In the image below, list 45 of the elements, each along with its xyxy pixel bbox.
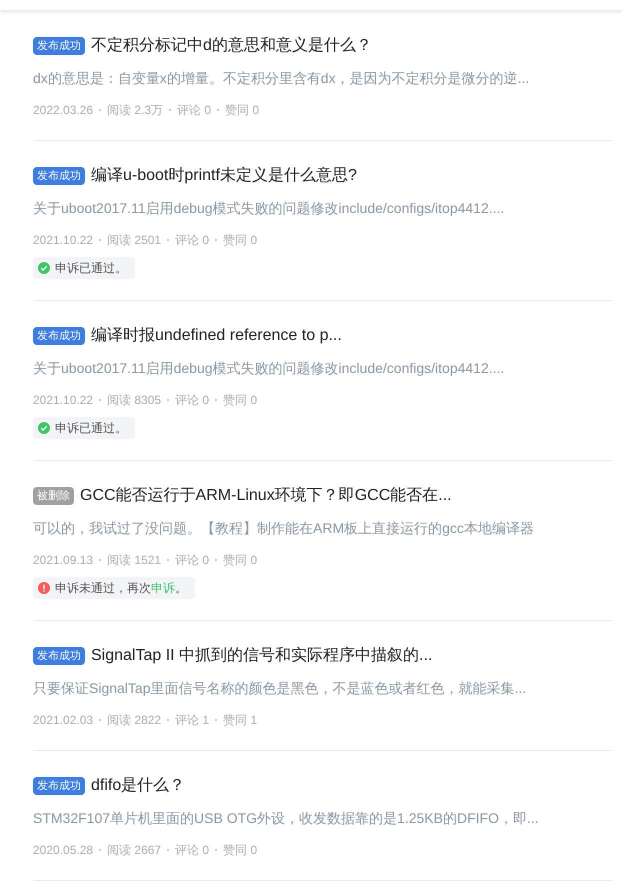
question-title[interactable]: dfifo是什么？: [91, 775, 186, 797]
question-title[interactable]: 编译u-boot时printf未定义是什么意思?: [91, 165, 357, 187]
stat-text: 阅读 2667: [107, 842, 162, 858]
appeal-text: 申诉未通过，再次申诉。: [55, 580, 187, 596]
status-badge: 发布成功: [33, 167, 85, 185]
question-title[interactable]: GCC能否运行于ARM-Linux环境下？即GCC能否在...: [80, 485, 452, 507]
answer-excerpt: 可以的，我试过了没问题。【教程】制作能在ARM板上直接运行的gcc本地编译器: [33, 519, 535, 538]
stat-text: 赞同 0: [223, 552, 258, 568]
stat-text: 阅读 2822: [107, 712, 162, 728]
status-badge: 发布成功: [33, 327, 85, 345]
date-text: 2021.10.22: [33, 393, 94, 407]
stat-text: 评论 0: [177, 102, 212, 118]
stat-text: 评论 0: [175, 232, 210, 248]
stat-text: 赞同 0: [223, 842, 258, 858]
date-text: 2021.09.13: [33, 553, 94, 567]
appeal-text: 申诉已通过。: [55, 420, 127, 436]
stat-text: 评论 0: [175, 842, 210, 858]
stat-text: 赞同 0: [225, 102, 260, 118]
status-badge: 发布成功: [33, 647, 85, 665]
date-text: 2021.02.03: [33, 713, 94, 727]
answer-excerpt: 关于uboot2017.11启用debug模式失败的问题修改include/configs/itop4412....: [33, 359, 506, 378]
answer-excerpt: STM32F107单片机里面的USB OTG外设，收发数据靠的是1.25KB的DFIFO，即...: [33, 809, 540, 828]
appeal-text: 申诉已通过。: [55, 260, 127, 276]
stat-text: 阅读 8305: [107, 392, 162, 408]
stat-text: 阅读 2.3万: [107, 102, 164, 118]
status-badge: 发布成功: [33, 777, 85, 795]
status-badge: 发布成功: [33, 37, 85, 55]
stat-text: 赞同 0: [223, 392, 258, 408]
stat-text: 评论 1: [175, 712, 210, 728]
stat-text: 评论 0: [175, 552, 210, 568]
date-text: 2021.10.22: [33, 233, 94, 247]
question-title[interactable]: SignalTap II 中抓到的信号和实际程序中描叙的...: [91, 645, 432, 667]
date-text: 2020.05.28: [33, 843, 94, 857]
stat-text: 评论 0: [175, 392, 210, 408]
stat-text: 阅读 2501: [107, 232, 162, 248]
answer-excerpt: 只要保证SignalTap里面信号名称的颜色是黑色，不是蓝色或者红色，就能采集...: [33, 679, 528, 698]
date-text: 2022.03.26: [33, 103, 94, 117]
stat-text: 赞同 0: [223, 232, 258, 248]
stat-text: 阅读 1521: [107, 552, 162, 568]
answer-excerpt: dx的意思是：自变量x的增量。不定积分里含有dx，是因为不定积分是微分的逆...: [33, 69, 530, 88]
stat-text: 赞同 1: [223, 712, 258, 728]
question-title[interactable]: 不定积分标记中d的意思和意义是什么？: [91, 35, 372, 57]
status-badge: 被删除: [33, 487, 74, 505]
answer-excerpt: 关于uboot2017.11启用debug模式失败的问题修改include/configs/itop4412....: [33, 199, 506, 218]
question-title[interactable]: 编译时报undefined reference to p...: [91, 325, 342, 347]
